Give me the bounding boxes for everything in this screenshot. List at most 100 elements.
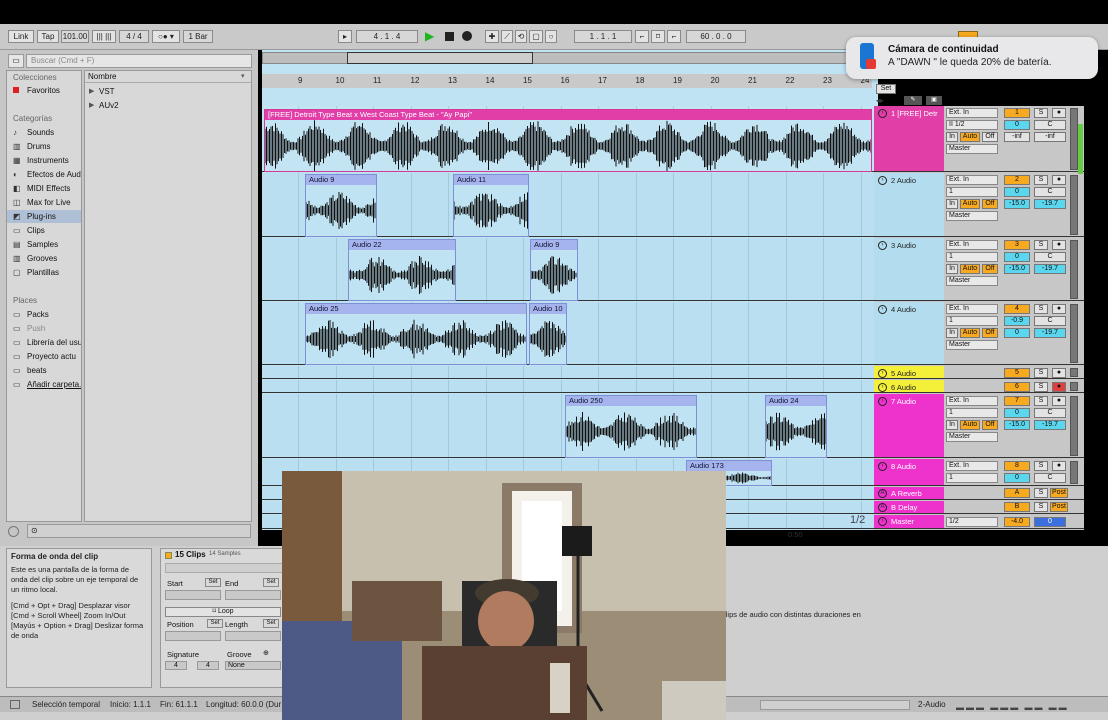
monitor-off-button[interactable]: Off [982, 132, 998, 142]
stop-icon[interactable] [445, 32, 454, 41]
solo-button[interactable]: S [1034, 304, 1048, 314]
solo-button[interactable]: S [1034, 382, 1048, 392]
beat-ruler[interactable]: 9 10 11 12 13 14 15 16 17 18 19 20 21 22 23 24 [262, 74, 872, 88]
metronome-icon[interactable]: ○● ▾ [152, 30, 180, 43]
category-item[interactable]: ▥ Grooves [7, 252, 81, 265]
browser-toggle-icon[interactable] [8, 526, 19, 537]
post-button[interactable]: Post [1050, 488, 1068, 498]
clip-audio11[interactable]: Audio 11 [453, 174, 529, 237]
category-item[interactable]: ♪ Sounds [7, 126, 81, 139]
length-set-button[interactable]: Set [263, 619, 279, 628]
arm-button[interactable]: ● [1052, 396, 1066, 406]
monitor-auto-button[interactable]: Auto [960, 264, 980, 274]
track-name-area[interactable]: › 8 Audio [874, 459, 944, 485]
post-button[interactable]: Post [1050, 502, 1068, 512]
category-item[interactable]: ◩ Plug-ins [7, 210, 81, 223]
output-dropdown[interactable]: Master [946, 211, 998, 221]
start-set-button[interactable]: Set [205, 578, 221, 587]
track-activator-icon[interactable]: › [878, 397, 887, 406]
search-input[interactable]: Buscar (Cmd + F) [26, 54, 252, 68]
track-header[interactable]: › 6 Audio 6 S ● [874, 380, 1084, 393]
track-activator-icon[interactable]: › [878, 109, 887, 118]
name-column-header[interactable]: Nombre [85, 71, 251, 83]
return-name-area[interactable]: A B Delay [874, 501, 944, 513]
place-item[interactable]: ▭ Proyecto actu [7, 350, 81, 363]
place-item[interactable]: ▭ Push [7, 322, 81, 335]
category-item[interactable]: ▥ Drums [7, 140, 81, 153]
master-volume[interactable]: -4.0 [1004, 517, 1030, 527]
solo-button[interactable]: S [1034, 368, 1048, 378]
output-dropdown[interactable]: Master [946, 144, 998, 154]
arm-button[interactable]: ● [1052, 368, 1066, 378]
loop-length-field[interactable]: 60 . 0 . 0 [686, 30, 746, 43]
category-item[interactable]: ◫ Max for Live [7, 196, 81, 209]
place-item[interactable]: ▭ beats [7, 364, 81, 377]
input-type-dropdown[interactable]: Ext. In [946, 396, 998, 406]
follow-icon[interactable]: ▸ [338, 30, 352, 43]
track-header[interactable]: › 1 [FREE] Detr 1 S ● Ext. In II 1/2 0 C In Auto Of… [874, 106, 1084, 172]
track-activator-icon[interactable]: A [878, 503, 887, 512]
track-number-button[interactable]: 4 [1004, 304, 1030, 314]
monitor-in-button[interactable]: In [946, 264, 958, 274]
end-set-button[interactable]: Set [263, 578, 279, 587]
start-value-field[interactable] [165, 590, 221, 600]
overview-strip[interactable] [262, 52, 870, 64]
track-name-area[interactable]: › 6 Audio [874, 380, 944, 392]
input-type-dropdown[interactable]: Ext. In [946, 304, 998, 314]
track-name-area[interactable]: › 3 Audio [874, 238, 944, 300]
monitor-off-button[interactable]: Off [982, 264, 998, 274]
track-activator-icon[interactable]: › [878, 462, 887, 471]
input-type-dropdown[interactable]: Ext. In [946, 108, 998, 118]
track-header[interactable]: › 2 Audio 2 S ● Ext. In 1 0 C In Auto Off -15.0 -19.7… [874, 173, 1084, 237]
solo-button[interactable]: S [1034, 108, 1048, 118]
input-channel-dropdown[interactable]: 1 [946, 316, 998, 326]
position-value-field[interactable] [165, 631, 221, 641]
track-header[interactable]: › 4 Audio 4 S ● Ext. In 1 -0.9 C In Auto Off 0 -19.7 M… [874, 302, 1084, 365]
arm-button[interactable]: ● [1052, 240, 1066, 250]
input-type-dropdown[interactable]: Ext. In [946, 240, 998, 250]
place-item[interactable]: ▭ Añadir carpeta... [7, 378, 81, 391]
solo-button[interactable]: S [1034, 488, 1048, 498]
clip-audio9a[interactable]: Audio 9 [305, 174, 377, 237]
clip-audio9b[interactable]: Audio 9 [530, 239, 578, 301]
signature-denominator[interactable]: 4 [197, 661, 219, 670]
track-number-button[interactable]: 5 [1004, 368, 1030, 378]
input-channel-dropdown[interactable]: 1 [946, 473, 998, 483]
track-name-area[interactable]: › 1 [FREE] Detr [874, 106, 944, 171]
arm-button[interactable]: ● [1052, 108, 1066, 118]
output-dropdown[interactable]: Master [946, 432, 998, 442]
nudge-icon[interactable]: ||| ||| [92, 30, 116, 43]
groove-hot-swap-icon[interactable]: ⊕ [263, 649, 269, 657]
monitor-in-button[interactable]: In [946, 328, 958, 338]
position-set-button[interactable]: Set [207, 619, 223, 628]
track-activator-icon[interactable]: › [878, 517, 887, 526]
collapse-browser-icon[interactable]: ▭ [8, 54, 24, 68]
master-pan[interactable]: 0 [1034, 517, 1066, 527]
signature-field[interactable]: 4 / 4 [119, 30, 149, 43]
category-item[interactable]: ▦ Instruments [7, 154, 81, 167]
record-icon[interactable] [462, 31, 472, 41]
clip-audio24[interactable]: Audio 24 [765, 395, 827, 458]
track-number-button[interactable]: 3 [1004, 240, 1030, 250]
solo-button[interactable]: S [1034, 461, 1048, 471]
volume-field[interactable]: 0 [1004, 473, 1030, 483]
solo-button[interactable]: S [1034, 240, 1048, 250]
overview-viewport[interactable] [347, 52, 533, 64]
volume-field[interactable]: 0 [1004, 187, 1030, 197]
punch-out-icon[interactable]: ⌐ [667, 30, 681, 43]
monitor-auto-button[interactable]: Auto [960, 420, 980, 430]
tempo-field[interactable]: 101.00 [61, 30, 89, 43]
track-activator-icon[interactable]: › [878, 241, 887, 250]
category-item[interactable]: ◧ MIDI Effects [7, 182, 81, 195]
monitor-auto-button[interactable]: Auto [960, 132, 980, 142]
reenable-automation-icon[interactable]: ⟲ [515, 30, 527, 43]
monitor-off-button[interactable]: Off [982, 420, 998, 430]
loop-button[interactable]: ⌑ Loop [165, 607, 281, 617]
tap-button[interactable]: Tap [37, 30, 59, 43]
track-number-button[interactable]: 7 [1004, 396, 1030, 406]
return-letter-button[interactable]: B [1004, 502, 1030, 512]
pan-field[interactable]: C [1034, 316, 1066, 326]
monitor-auto-button[interactable]: Auto [960, 328, 980, 338]
pan-field[interactable]: C [1034, 252, 1066, 262]
return-track-header[interactable]: A B Delay B S Post [874, 501, 1084, 514]
